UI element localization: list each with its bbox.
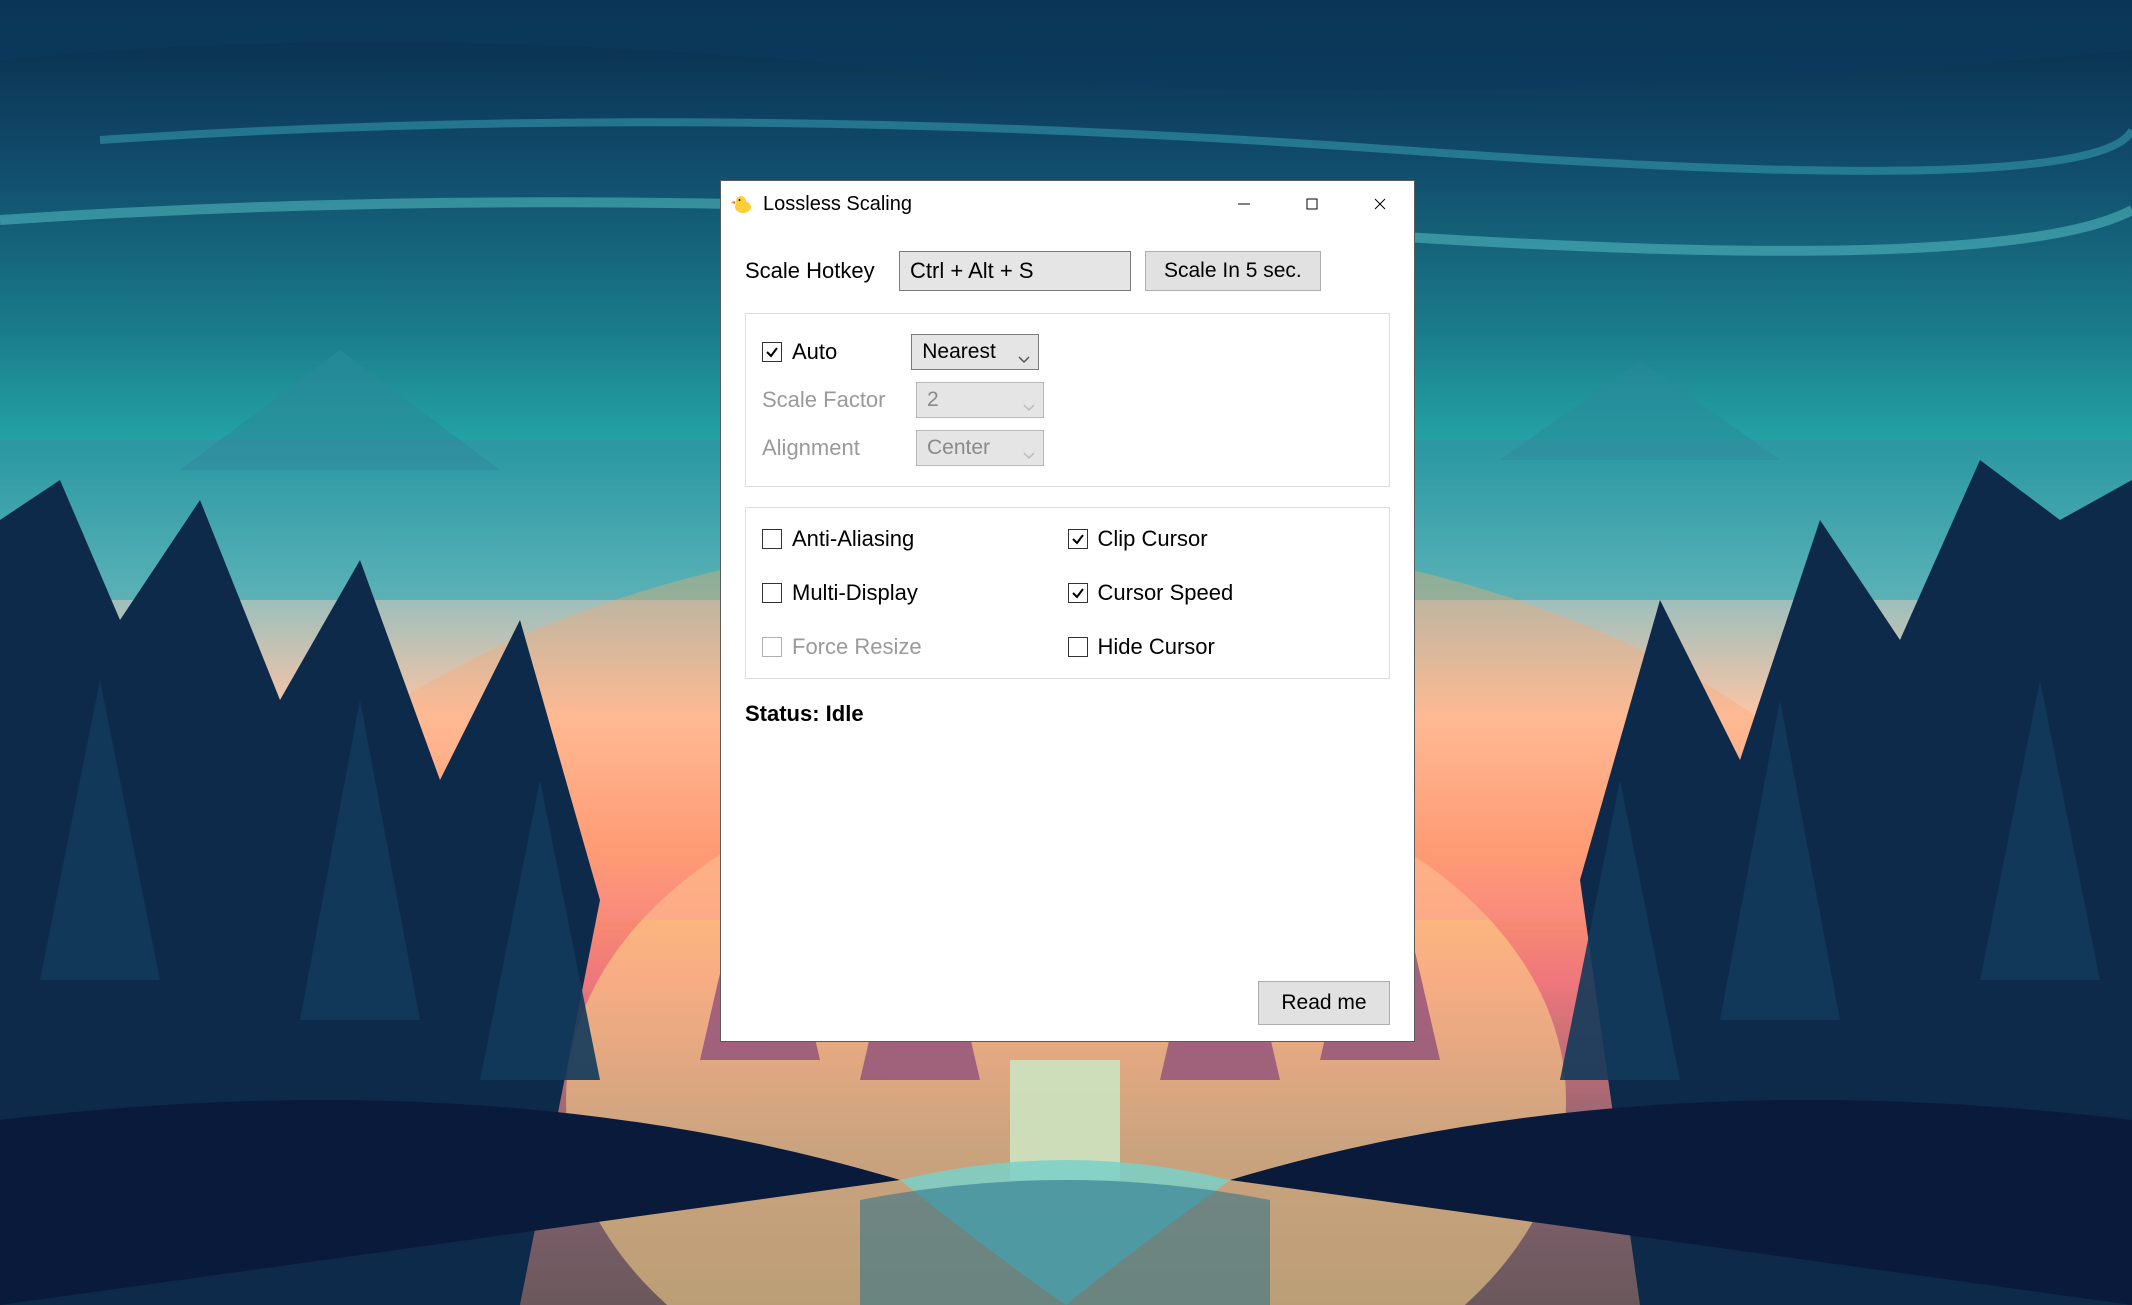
close-button[interactable] [1346, 181, 1414, 227]
status-text: Status: Idle [745, 701, 1390, 727]
multi-display-label: Multi-Display [792, 580, 918, 606]
scale-factor-label: Scale Factor [762, 387, 902, 413]
chevron-down-icon [1023, 442, 1035, 454]
alignment-value: Center [927, 436, 990, 460]
hide-cursor-checkbox[interactable]: Hide Cursor [1068, 634, 1374, 660]
force-resize-label: Force Resize [792, 634, 922, 660]
filter-select[interactable]: Nearest [911, 334, 1039, 370]
chevron-down-icon [1018, 346, 1030, 358]
clip-cursor-label: Clip Cursor [1098, 526, 1208, 552]
window-title: Lossless Scaling [763, 193, 912, 216]
checkbox-box [762, 637, 782, 657]
checkbox-box [1068, 583, 1088, 603]
alignment-label: Alignment [762, 435, 902, 461]
checkbox-box [1068, 637, 1088, 657]
alignment-select: Center [916, 430, 1044, 466]
titlebar[interactable]: Lossless Scaling [721, 181, 1414, 227]
hotkey-input[interactable] [899, 251, 1131, 291]
auto-row: Auto Nearest [762, 328, 1373, 376]
cursor-speed-checkbox[interactable]: Cursor Speed [1068, 580, 1374, 606]
multi-display-checkbox[interactable]: Multi-Display [762, 580, 1068, 606]
readme-button[interactable]: Read me [1258, 981, 1390, 1025]
alignment-row: Alignment Center [762, 424, 1373, 472]
auto-label: Auto [792, 339, 837, 365]
anti-aliasing-checkbox[interactable]: Anti-Aliasing [762, 526, 1068, 552]
anti-aliasing-label: Anti-Aliasing [792, 526, 914, 552]
hide-cursor-label: Hide Cursor [1098, 634, 1215, 660]
window-body: Scale Hotkey Scale In 5 sec. Auto Neares… [721, 227, 1414, 1041]
checkbox-box [762, 529, 782, 549]
hotkey-label: Scale Hotkey [745, 258, 885, 284]
scale-factor-row: Scale Factor 2 [762, 376, 1373, 424]
scale-factor-value: 2 [927, 388, 939, 412]
cursor-speed-label: Cursor Speed [1098, 580, 1234, 606]
checkbox-box [1068, 529, 1088, 549]
scale-factor-select: 2 [916, 382, 1044, 418]
auto-checkbox[interactable]: Auto [762, 339, 837, 365]
hotkey-row: Scale Hotkey Scale In 5 sec. [745, 251, 1390, 291]
app-icon [731, 192, 755, 216]
filter-value: Nearest [922, 340, 996, 364]
force-resize-checkbox: Force Resize [762, 634, 1068, 660]
minimize-button[interactable] [1210, 181, 1278, 227]
clip-cursor-checkbox[interactable]: Clip Cursor [1068, 526, 1374, 552]
checkbox-box [762, 342, 782, 362]
app-window: Lossless Scaling Scale Hotkey Scale In 5… [720, 180, 1415, 1042]
options-panel: Anti-Aliasing Clip Cursor Multi-Display … [745, 507, 1390, 679]
scale-in-button[interactable]: Scale In 5 sec. [1145, 251, 1321, 291]
scaling-panel: Auto Nearest Scale Factor 2 [745, 313, 1390, 487]
maximize-button[interactable] [1278, 181, 1346, 227]
desktop-wallpaper: Lossless Scaling Scale Hotkey Scale In 5… [0, 0, 2132, 1305]
checkbox-box [762, 583, 782, 603]
chevron-down-icon [1023, 394, 1035, 406]
